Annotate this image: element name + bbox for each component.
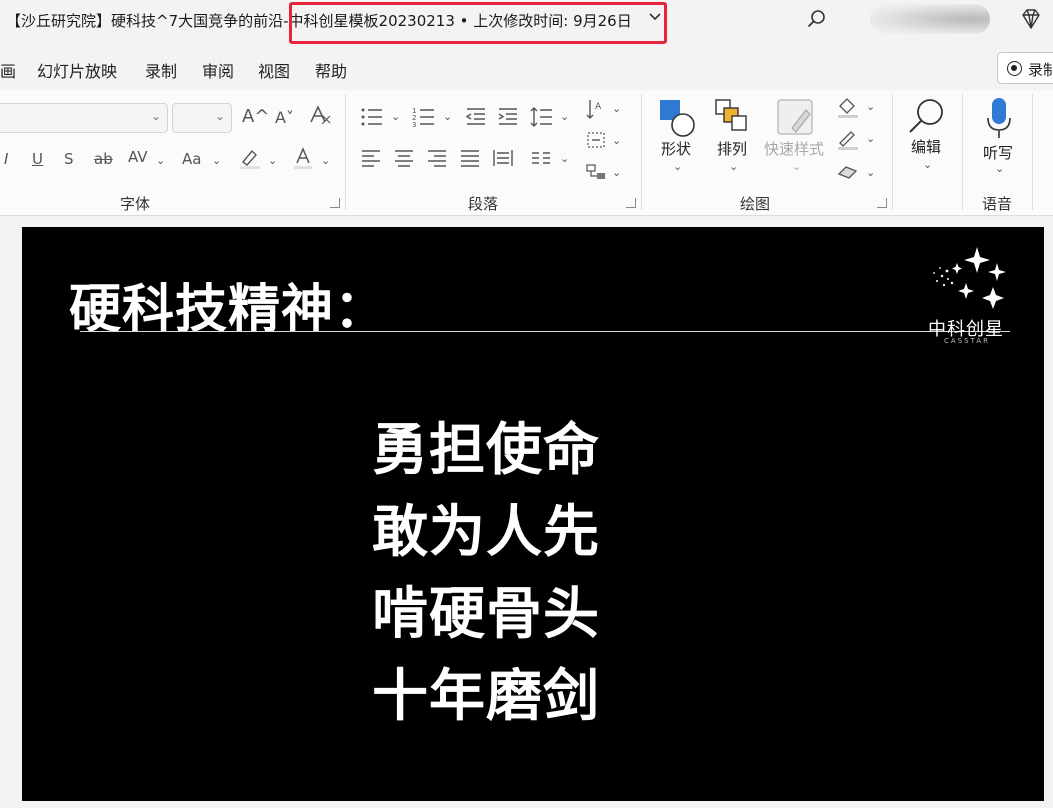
chevron-down-icon[interactable]: ⌄ (792, 160, 801, 173)
chevron-down-icon[interactable]: ⌄ (212, 154, 221, 167)
quick-styles-label[interactable]: 快速样式 (764, 138, 824, 159)
record-icon (1007, 61, 1022, 76)
tab-slideshow[interactable]: 幻灯片放映 (37, 58, 117, 82)
underline-button[interactable]: U (32, 150, 43, 168)
paragraph-dialog-launcher[interactable] (626, 198, 636, 208)
group-separator (962, 94, 963, 210)
align-right-icon[interactable] (426, 148, 448, 172)
quick-styles-icon[interactable] (776, 98, 816, 142)
arrange-icon[interactable] (714, 98, 752, 142)
chevron-down-icon[interactable]: ⌄ (612, 102, 621, 115)
chevron-down-icon[interactable]: ⌄ (673, 160, 682, 173)
chevron-down-icon[interactable]: ⌄ (866, 166, 875, 179)
chevron-down-icon[interactable]: ⌄ (391, 110, 400, 123)
chevron-down-icon[interactable]: ⌄ (321, 154, 330, 167)
change-case-button[interactable]: Aa (182, 150, 201, 168)
grow-font-icon[interactable]: A^ (242, 106, 269, 127)
increase-indent-icon[interactable] (497, 106, 519, 132)
tab-record[interactable]: 录制 (145, 58, 177, 82)
bullets-icon[interactable] (360, 106, 384, 132)
group-separator (345, 94, 346, 210)
drawing-dialog-launcher[interactable] (877, 198, 887, 208)
group-separator (641, 94, 642, 210)
decrease-indent-icon[interactable] (465, 106, 487, 132)
record-button[interactable]: 录制 (997, 52, 1053, 84)
group-separator (892, 94, 893, 210)
group-label-drawing: 绘图 (740, 195, 771, 213)
shrink-font-icon[interactable]: A˅ (275, 108, 294, 127)
chevron-down-icon[interactable]: ⌄ (560, 152, 569, 165)
group-label-paragraph: 段落 (468, 195, 499, 213)
chevron-down-icon[interactable]: ⌄ (729, 160, 738, 173)
shape-effects-icon[interactable] (836, 162, 860, 186)
clear-format-icon[interactable] (308, 104, 332, 132)
italic-button[interactable]: I (4, 150, 8, 168)
title-part-1: 【沙丘研究院】硬科技^7大国竞争的前沿 (6, 12, 284, 30)
diamond-icon[interactable] (1018, 6, 1044, 32)
logo-english-name: CASSTAR (944, 337, 990, 345)
chevron-down-icon[interactable]: ⌄ (443, 110, 452, 123)
align-left-icon[interactable] (360, 148, 382, 172)
tab-draw[interactable]: 画 (0, 58, 16, 82)
title-highlight-box (289, 2, 667, 44)
line-spacing-icon[interactable] (530, 106, 554, 132)
char-spacing-button[interactable]: AV (128, 148, 148, 166)
ribbon-tabs: 画 幻灯片放映 录制 审阅 视图 帮助 (0, 50, 1053, 86)
svg-text:3: 3 (412, 121, 416, 128)
svg-text:A: A (595, 102, 602, 112)
text-direction-icon[interactable]: A (585, 98, 607, 126)
font-name-box[interactable]: ⌄ (0, 103, 168, 133)
tab-view[interactable]: 视图 (258, 58, 290, 82)
chevron-down-icon[interactable]: ⌄ (560, 110, 569, 123)
font-size-box[interactable]: ⌄ (172, 103, 232, 133)
shape-fill-icon[interactable] (836, 96, 860, 122)
slide-canvas[interactable]: 硬科技精神： 中科创星 CASSTAR 勇担使命 敢为人先 啃硬骨头 十年磨剑 (22, 227, 1044, 801)
chevron-down-icon[interactable]: ⌄ (866, 132, 875, 145)
dictate-label[interactable]: 听写 (983, 142, 1013, 163)
editing-label[interactable]: 编辑 (911, 136, 941, 157)
chevron-down-icon[interactable]: ⌄ (612, 166, 621, 179)
slogan-line-1[interactable]: 勇担使命 (372, 405, 600, 486)
ribbon: ⌄ ⌄ A^ A˅ I U S ab AV ⌄ Aa ⌄ ⌄ ⌄ 字体 ⌄ 12… (0, 90, 1053, 216)
smartart-icon[interactable] (585, 162, 607, 186)
strikethrough-button[interactable]: ab (94, 150, 113, 168)
search-icon[interactable] (803, 6, 831, 34)
title-underline (80, 331, 1010, 332)
group-separator (1032, 94, 1033, 210)
arrange-label[interactable]: 排列 (717, 138, 747, 159)
shadow-button[interactable]: S (64, 150, 74, 168)
group-label-font: 字体 (120, 195, 151, 213)
record-button-label: 录制 (1028, 61, 1053, 79)
chevron-down-icon[interactable]: ⌄ (156, 154, 165, 167)
shape-outline-icon[interactable] (836, 128, 860, 154)
font-dialog-launcher[interactable] (330, 198, 340, 208)
numbering-icon[interactable]: 123 (412, 106, 436, 132)
distributed-icon[interactable] (492, 148, 514, 172)
slogan-line-3[interactable]: 啃硬骨头 (372, 569, 600, 650)
group-label-voice: 语音 (982, 195, 1013, 213)
account-avatar[interactable] (870, 4, 990, 34)
chevron-down-icon[interactable]: ⌄ (866, 100, 875, 113)
microphone-icon[interactable] (985, 96, 1013, 144)
highlighter-icon[interactable] (238, 146, 262, 174)
chevron-down-icon[interactable]: ⌄ (268, 154, 277, 167)
slogan-line-4[interactable]: 十年磨剑 (372, 651, 600, 732)
columns-icon[interactable] (530, 148, 552, 172)
chevron-down-icon[interactable]: ⌄ (995, 162, 1004, 175)
justify-icon[interactable] (459, 148, 481, 172)
shapes-label[interactable]: 形状 (661, 138, 691, 159)
chevron-down-icon[interactable] (648, 9, 662, 27)
slogan-line-2[interactable]: 敢为人先 (372, 487, 600, 568)
chevron-down-icon[interactable]: ⌄ (612, 134, 621, 147)
title-bar: 【沙丘研究院】硬科技^7大国竞争的前沿-中科创星模板20230213 • 上次修… (0, 0, 1053, 44)
font-color-icon[interactable] (291, 146, 315, 174)
shapes-icon[interactable] (658, 98, 696, 142)
tab-help[interactable]: 帮助 (315, 58, 347, 82)
chevron-down-icon[interactable]: ⌄ (923, 158, 932, 171)
align-center-icon[interactable] (393, 148, 415, 172)
align-text-icon[interactable] (585, 130, 607, 154)
tab-review[interactable]: 审阅 (202, 58, 234, 82)
